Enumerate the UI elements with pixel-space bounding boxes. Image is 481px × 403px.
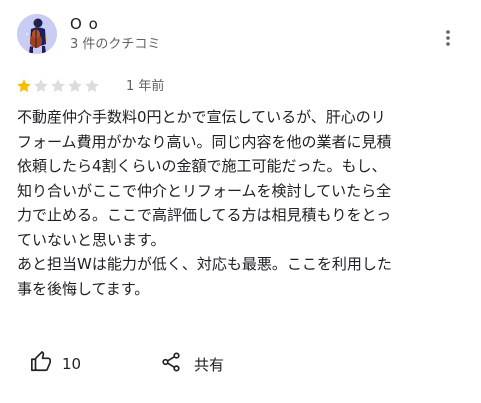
review-date: 1 年前 bbox=[126, 79, 165, 94]
star-empty-icon bbox=[50, 78, 66, 94]
star-empty-icon bbox=[84, 78, 100, 94]
star-empty-icon bbox=[33, 78, 49, 94]
star-filled-icon bbox=[16, 78, 32, 94]
more-vert-icon[interactable] bbox=[440, 27, 456, 49]
thumb-up-icon bbox=[30, 351, 52, 377]
review-text: 不動産仲介手数料0円とかで宣伝しているが、肝心のリ フォーム費用がかなり高い。同… bbox=[17, 108, 392, 298]
reviewer-name[interactable]: O o bbox=[70, 15, 99, 33]
avatar-image bbox=[17, 14, 57, 54]
avatar[interactable] bbox=[17, 14, 57, 54]
share-label: 共有 bbox=[194, 355, 225, 374]
like-count: 10 bbox=[62, 355, 82, 373]
star-rating bbox=[16, 78, 100, 94]
share-button[interactable]: 共有 bbox=[160, 349, 224, 379]
like-button[interactable]: 10 bbox=[30, 349, 81, 379]
star-empty-icon bbox=[67, 78, 83, 94]
share-icon bbox=[160, 351, 182, 377]
reviewer-review-count: 3 件のクチコミ bbox=[70, 37, 161, 52]
